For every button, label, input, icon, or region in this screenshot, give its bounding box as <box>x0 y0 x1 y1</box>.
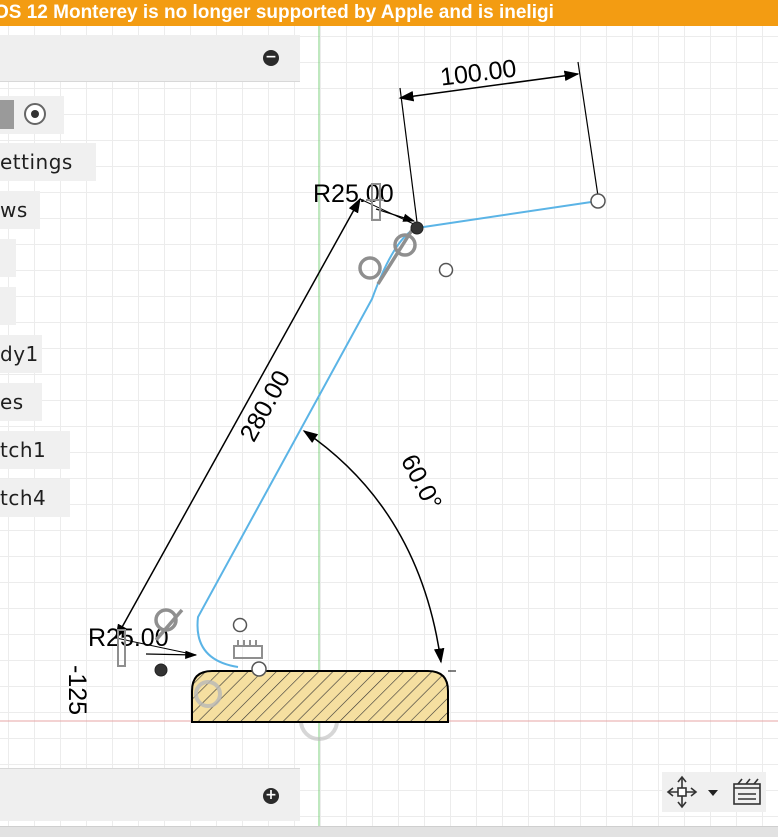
browser-item-label: tch1 <box>0 438 47 462</box>
visibility-toggle-row[interactable] <box>0 96 64 134</box>
dim-280-label[interactable]: 280.00 <box>235 366 297 446</box>
browser-item-label: ws <box>0 198 28 222</box>
sketch-point-start[interactable] <box>251 661 267 677</box>
dim-radius-top-leader <box>375 208 416 222</box>
browser-item-label: dy1 <box>0 342 39 366</box>
display-settings-icon[interactable] <box>733 778 761 805</box>
base-profile[interactable] <box>191 670 449 723</box>
dim-radius-top-label[interactable]: R25.00 <box>313 180 394 208</box>
collapse-panel-icon[interactable]: − <box>263 50 279 66</box>
dim-angle-label[interactable]: 60.0° <box>395 450 447 515</box>
comments-panel-header[interactable]: + <box>0 768 300 821</box>
dim-offset-label[interactable]: -125 <box>63 665 91 715</box>
dim-100-label[interactable]: 100.00 <box>439 55 518 92</box>
active-radio-icon[interactable] <box>24 103 46 125</box>
sketch-point-center-bottom[interactable] <box>232 617 248 633</box>
browser-item-4[interactable] <box>0 287 16 325</box>
sketch-point-end[interactable] <box>590 193 606 209</box>
tangent-constraint-icon-top[interactable] <box>358 229 417 285</box>
dim-ext-line-left <box>399 87 418 223</box>
chevron-down-icon[interactable] <box>708 790 718 796</box>
status-strip <box>0 826 778 837</box>
browser-item-3[interactable] <box>0 239 16 277</box>
navigation-toolbar <box>662 772 766 812</box>
sketch-point-corner-bottom[interactable] <box>154 663 168 677</box>
browser-item-named-views[interactable]: ettings <box>0 143 96 181</box>
browser-item-sketch4[interactable]: tch4 <box>0 479 70 517</box>
sketch-point-center-top[interactable] <box>438 262 454 278</box>
dim-ext-line-right <box>577 61 599 197</box>
browser-item-label: ettings <box>0 150 73 174</box>
dim-line-280 <box>115 197 361 640</box>
browser-item-body1[interactable]: dy1 <box>0 335 42 373</box>
unsupported-os-banner: OS 12 Monterey is no longer supported by… <box>0 0 778 26</box>
orbit-icon[interactable] <box>666 775 698 809</box>
expand-panel-icon[interactable]: + <box>263 788 279 804</box>
radio-dot <box>31 110 39 118</box>
horizontal-constraint-icon[interactable] <box>233 640 263 659</box>
dim-radius-bottom-leader <box>145 650 198 659</box>
browser-item-views[interactable]: ws <box>0 191 40 229</box>
expand-arrow-icon[interactable] <box>0 100 14 129</box>
browser-panel-header[interactable]: − <box>0 35 300 82</box>
sketch-drawing[interactable]: 100.00 280.00 60.0° R25.00 R25.00 -125 <box>0 0 778 836</box>
browser-item-label: tch4 <box>0 486 47 510</box>
browser-item-label: es <box>0 390 24 414</box>
sketch-point-corner-top[interactable] <box>410 221 424 235</box>
banner-text: OS 12 Monterey is no longer supported by… <box>0 2 554 23</box>
browser-item-sketches[interactable]: es <box>0 383 42 421</box>
browser-item-sketch1[interactable]: tch1 <box>0 431 70 469</box>
